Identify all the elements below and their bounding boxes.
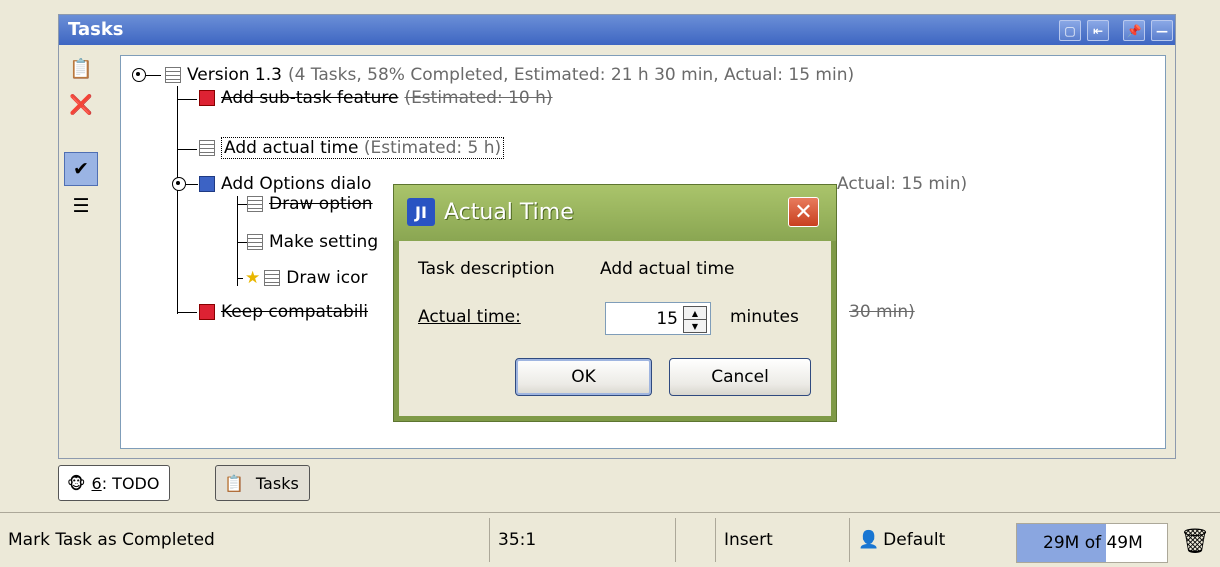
pin-icon[interactable]: 📌 — [1123, 20, 1145, 41]
todo-shortcut: 6 — [91, 473, 102, 493]
task-icon — [247, 196, 263, 212]
tree-row-add-actual-time[interactable]: Add actual time (Estimated: 5 h) — [199, 134, 505, 162]
version-summary: (4 Tasks, 58% Completed, Estimated: 21 h… — [287, 65, 855, 85]
add-task-icon[interactable]: 📋 — [64, 51, 98, 85]
tab-todo[interactable]: 🐵 6 : TODO — [58, 465, 171, 501]
task-icon — [264, 270, 281, 286]
tasks-tab-icon: 📋 — [224, 473, 244, 493]
dialog-titlebar[interactable]: JI Actual Time ✕ — [394, 185, 836, 241]
task-icon — [247, 234, 263, 250]
task-estimate: (Estimated: 5 h) — [363, 138, 502, 158]
move-window-icon[interactable]: ⇤ — [1087, 20, 1109, 41]
minutes-label: minutes — [730, 307, 799, 327]
garbage-collect-icon[interactable]: 🗑 — [1180, 527, 1210, 555]
task-label: Draw icor — [286, 268, 368, 288]
tree-row-add-subtask[interactable]: Add sub-task feature (Estimated: 10 h) — [199, 84, 553, 112]
task-list-options-icon[interactable]: ☰ — [64, 189, 98, 223]
actual-time-value[interactable]: 15 — [656, 309, 678, 329]
memory-text: 29M of 49M — [1043, 533, 1143, 553]
actual-time-spinner[interactable]: 15 ▲ ▼ — [605, 302, 711, 335]
task-estimate: (Estimated: 10 h) — [404, 88, 553, 108]
star-icon: ★ — [245, 268, 261, 288]
status-message: Mark Task as Completed — [8, 530, 215, 550]
insert-mode[interactable]: Insert — [715, 518, 858, 562]
task-label: Add sub-task feature — [221, 88, 399, 108]
caret-position[interactable]: 35:1 — [489, 518, 684, 562]
task-icon — [199, 140, 215, 156]
scheme-icon: 👤 — [858, 530, 880, 550]
version-label: Version 1.3 — [187, 65, 282, 85]
tree-row-draw-options[interactable]: Draw option — [247, 190, 373, 218]
window-mode-icon[interactable]: ▢ — [1059, 20, 1081, 41]
minimize-icon[interactable]: — — [1151, 20, 1173, 41]
color-scheme[interactable]: 👤 Default — [849, 518, 988, 562]
tree-row-draw-icon[interactable]: ★ Draw icor — [245, 264, 368, 292]
task-label: Keep compatabili — [221, 302, 368, 322]
task-label: Add actual time — [224, 138, 359, 158]
complete-task-icon[interactable]: ✔ — [64, 152, 98, 186]
spinner-up-icon[interactable]: ▲ — [683, 306, 707, 320]
task-description-value: Add actual time — [600, 259, 735, 279]
tree-row-make-settings[interactable]: Make setting — [247, 228, 378, 256]
status-bar: Mark Task as Completed 35:1 Insert 👤 Def… — [0, 512, 1220, 567]
remove-task-icon[interactable]: ❌ — [64, 87, 98, 121]
scheme-label: Default — [883, 530, 946, 550]
memory-indicator[interactable]: 29M of 49M — [1016, 523, 1168, 563]
tasks-title: Tasks — [68, 19, 124, 40]
high-priority-task-icon — [199, 304, 215, 320]
keep-compat-tail: 30 min) — [849, 302, 915, 322]
app-icon: JI — [407, 198, 435, 226]
options-summary-tail: Actual: 15 min) — [837, 174, 968, 194]
dialog-body: Task description Add actual time Actual … — [399, 241, 831, 416]
todo-icon: 🐵 — [67, 473, 86, 493]
ok-button[interactable]: OK — [515, 358, 652, 396]
tasks-tab-label: Tasks — [255, 473, 299, 493]
cancel-button[interactable]: Cancel — [669, 358, 811, 396]
tasks-titlebar[interactable]: Tasks ▢ ⇤ 📌 — — [59, 15, 1175, 45]
options-expander-icon[interactable] — [172, 177, 186, 191]
actual-time-dialog: JI Actual Time ✕ Task description Add ac… — [393, 184, 837, 422]
actual-time-label: Actual time: — [418, 307, 521, 327]
tree-row-keep-compatibility[interactable]: Keep compatabili — [199, 298, 368, 326]
task-list-icon — [165, 67, 181, 83]
task-group-icon — [199, 176, 215, 192]
dialog-title: Actual Time — [444, 200, 574, 225]
task-label: Draw option — [269, 194, 373, 214]
task-label: Make setting — [269, 232, 379, 252]
root-expander-icon[interactable] — [132, 68, 146, 82]
spinner-down-icon[interactable]: ▼ — [683, 319, 707, 333]
close-icon[interactable]: ✕ — [788, 197, 819, 227]
todo-label: : TODO — [101, 473, 160, 493]
selected-task-text: Add actual time (Estimated: 5 h) — [221, 137, 505, 159]
high-priority-task-icon — [199, 90, 215, 106]
tab-tasks[interactable]: 📋 Tasks — [215, 465, 310, 501]
task-description-label: Task description — [418, 259, 555, 279]
